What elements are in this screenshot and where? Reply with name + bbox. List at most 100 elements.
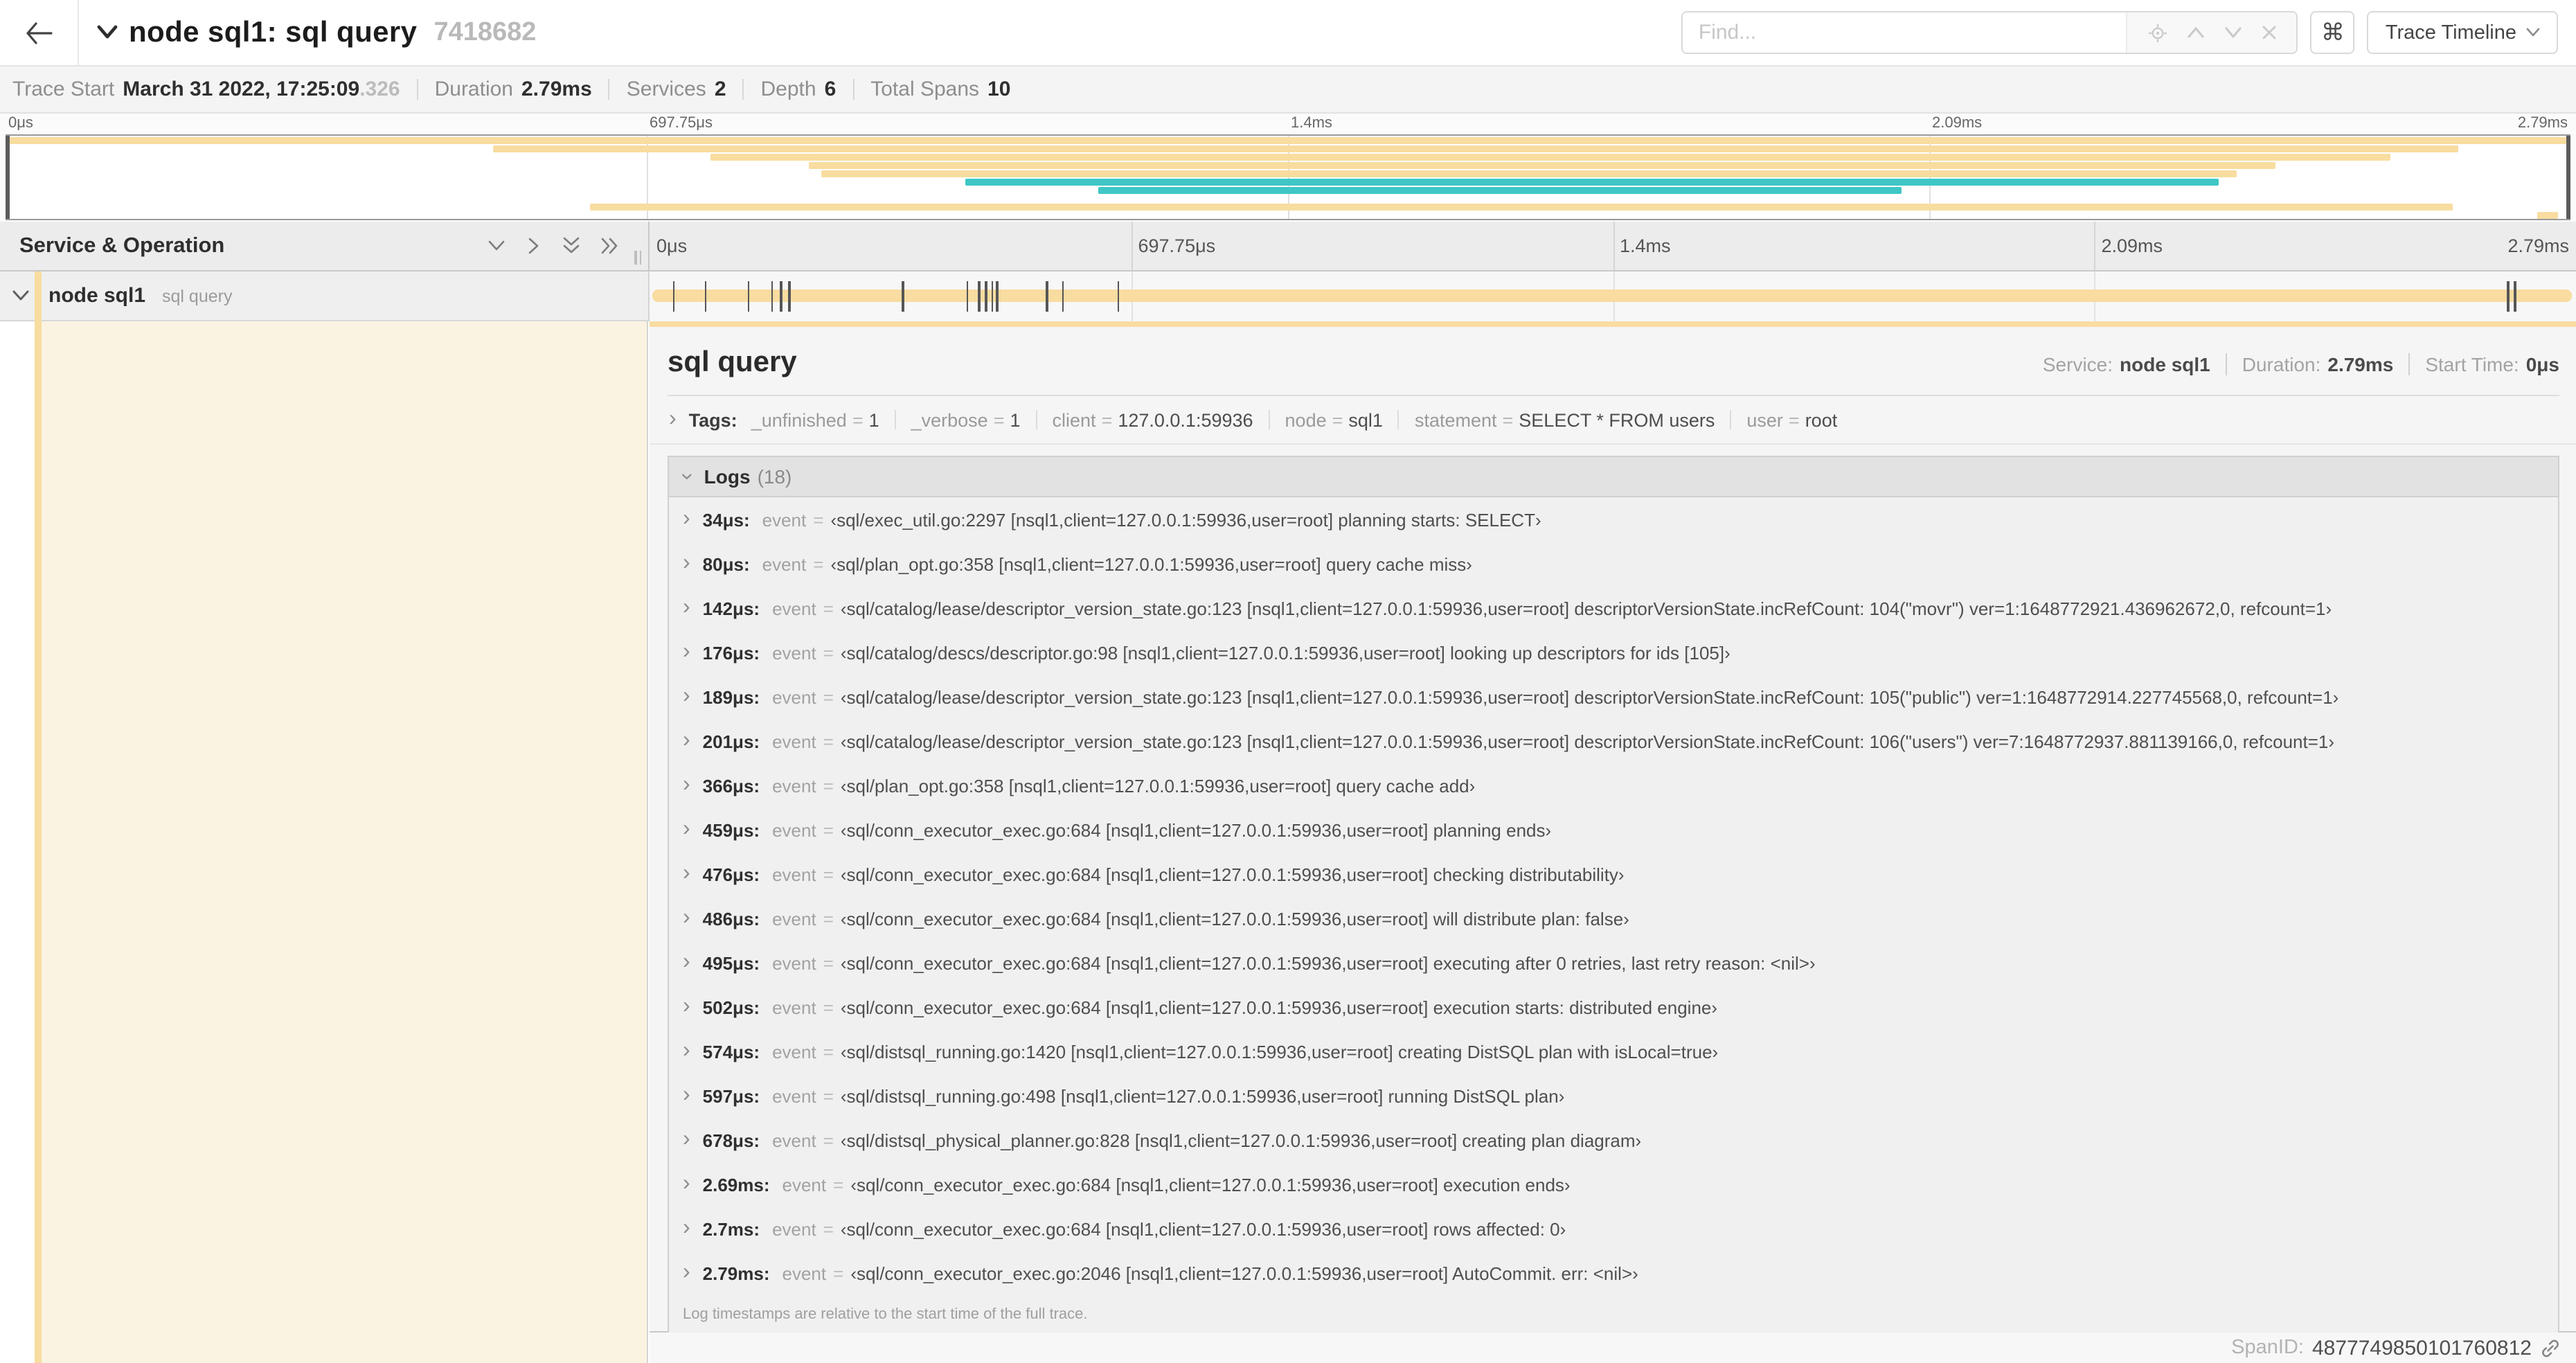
logs-accordion-header[interactable]: › Logs (18): [669, 457, 2558, 497]
log-timestamp: 2.69ms:: [702, 1174, 770, 1195]
find-input[interactable]: [1683, 12, 2127, 53]
log-timestamp: 176μs:: [702, 642, 760, 663]
span-detail-indent-column: [42, 321, 648, 1363]
meta-separator: [2408, 353, 2410, 375]
timeline-tick-label: 2.09ms: [2101, 235, 2163, 256]
keyboard-shortcuts-button[interactable]: ⌘: [2310, 11, 2355, 54]
log-equals: =: [823, 1041, 834, 1062]
collapse-all-icon[interactable]: [600, 235, 620, 256]
expand-all-icon[interactable]: [561, 235, 582, 256]
log-entry-row[interactable]: › 189μs: event = ‹sql/catalog/lease/descript…: [669, 675, 2558, 719]
summary-label: Services: [626, 78, 706, 101]
tags-accordion-row[interactable]: › Tags: _unfinished = 1 _verbose = 1 client = 12…: [650, 396, 2576, 445]
span-detail-zone: sql query Service: node sql1 Duration: 2.79…: [0, 321, 2576, 1363]
prev-match-icon[interactable]: [2187, 26, 2205, 39]
log-timestamp: 189μs:: [702, 686, 760, 707]
column-resizer-handle[interactable]: [634, 251, 641, 265]
log-marker-tick[interactable]: [985, 281, 987, 312]
log-entry-row[interactable]: › 366μs: event = ‹sql/plan_opt.go:358 [nsql1…: [669, 763, 2558, 808]
timeline-tick-label: 2.79ms: [2507, 235, 2569, 256]
log-entry-row[interactable]: › 2.7ms: event = ‹sql/conn_executor_exec.go:…: [669, 1206, 2558, 1251]
log-marker-tick[interactable]: [672, 281, 675, 312]
deep-link-icon[interactable]: [2540, 1337, 2561, 1358]
log-entry-row[interactable]: › 176μs: event = ‹sql/catalog/descs/descript…: [669, 630, 2558, 675]
chevron-down-icon: ›: [675, 472, 699, 481]
log-marker-tick[interactable]: [991, 281, 994, 312]
chevron-right-icon: ›: [683, 1260, 690, 1284]
timeline-ticks-header: 0μs 697.75μs 1.4ms 2.09ms 2.79ms: [650, 222, 2576, 271]
log-field-value: ‹sql/exec_util.go:2297 [nsql1,client=127…: [830, 509, 1541, 530]
log-equals: =: [823, 731, 834, 751]
trace-view-selector[interactable]: Trace Timeline: [2367, 11, 2558, 54]
span-detail-panel: sql query Service: node sql1 Duration: 2.79…: [650, 321, 2576, 1363]
chevron-right-icon: ›: [683, 1083, 690, 1107]
minimap-left-scrubber-handle[interactable]: [6, 136, 10, 219]
log-entry-row[interactable]: › 486μs: event = ‹sql/conn_executor_exec.go:…: [669, 896, 2558, 941]
tag-separator: [1730, 410, 1732, 429]
log-entry-row[interactable]: › 34μs: event = ‹sql/exec_util.go:2297 [nsql…: [669, 497, 2558, 542]
tag-equals: =: [852, 409, 864, 430]
meta-value: 2.79ms: [2327, 353, 2394, 375]
log-entry-row[interactable]: › 459μs: event = ‹sql/conn_executor_exec.go:…: [669, 808, 2558, 852]
log-entry-row[interactable]: › 2.79ms: event = ‹sql/conn_executor_exec.go…: [669, 1251, 2558, 1295]
collapse-trace-chevron-icon[interactable]: [97, 25, 118, 40]
log-marker-tick[interactable]: [1046, 281, 1048, 312]
log-marker-tick[interactable]: [1118, 281, 1120, 312]
log-entry-row[interactable]: › 495μs: event = ‹sql/conn_executor_exec.go:…: [669, 941, 2558, 985]
timeline-tick-label: 1.4ms: [1620, 235, 1671, 256]
next-match-icon[interactable]: [2224, 26, 2242, 39]
log-field-value: ‹sql/conn_executor_exec.go:684 [nsql1,cl…: [840, 997, 1718, 1017]
log-field-key: event: [772, 1085, 816, 1106]
log-marker-tick[interactable]: [747, 281, 750, 312]
log-marker-tick[interactable]: [902, 281, 904, 312]
log-field-key: event: [772, 864, 816, 884]
log-marker-tick[interactable]: [771, 281, 773, 312]
log-equals: =: [823, 686, 834, 707]
tag-equals: =: [993, 409, 1005, 430]
log-marker-tick[interactable]: [2514, 281, 2516, 312]
back-button[interactable]: [0, 0, 79, 65]
log-entry-row[interactable]: › 80μs: event = ‹sql/plan_opt.go:358 [nsql1,…: [669, 542, 2558, 586]
log-field-value: ‹sql/catalog/lease/descriptor_version_st…: [840, 731, 2335, 751]
log-field-key: event: [782, 1174, 827, 1195]
tag-equals: =: [1788, 409, 1800, 430]
tag-value: 1: [1010, 409, 1021, 430]
log-entry-row[interactable]: › 597μs: event = ‹sql/distsql_running.go:498…: [669, 1074, 2558, 1118]
span-row-bar-cell[interactable]: [650, 271, 2576, 321]
clear-find-icon[interactable]: [2262, 25, 2277, 40]
log-marker-tick[interactable]: [996, 281, 999, 312]
focus-match-icon[interactable]: [2147, 23, 2167, 42]
span-service-name: node sql1: [48, 284, 146, 308]
log-marker-tick[interactable]: [966, 281, 969, 312]
timeline-minimap[interactable]: 0μs 697.75μs 1.4ms 2.09ms 2.79ms: [0, 114, 2576, 222]
log-entry-row[interactable]: › 476μs: event = ‹sql/conn_executor_exec.go:…: [669, 852, 2558, 896]
log-equals: =: [833, 1263, 844, 1283]
summary-value: 2: [714, 78, 726, 101]
summary-label: Duration: [434, 78, 513, 101]
log-timestamp: 459μs:: [702, 819, 760, 840]
log-equals: =: [813, 553, 824, 574]
log-entry-row[interactable]: › 2.69ms: event = ‹sql/conn_executor_exec.go…: [669, 1162, 2558, 1206]
log-timestamp: 34μs:: [702, 509, 750, 530]
log-entry-row[interactable]: › 502μs: event = ‹sql/conn_executor_exec.go:…: [669, 985, 2558, 1029]
minimap-right-scrubber-handle[interactable]: [2566, 136, 2570, 219]
expand-one-level-icon[interactable]: [486, 237, 507, 255]
log-marker-tick[interactable]: [978, 281, 981, 312]
log-entry-row[interactable]: › 678μs: event = ‹sql/distsql_physical_plann…: [669, 1118, 2558, 1162]
minimap-canvas[interactable]: [6, 134, 2570, 220]
log-marker-tick[interactable]: [704, 281, 707, 312]
chevron-right-icon: ›: [683, 906, 690, 929]
log-marker-tick[interactable]: [2507, 281, 2510, 312]
span-collapse-chevron-icon[interactable]: [12, 289, 29, 302]
log-marker-tick[interactable]: [1062, 281, 1064, 312]
log-marker-tick[interactable]: [788, 281, 791, 312]
log-entry-row[interactable]: › 574μs: event = ‹sql/distsql_running.go:142…: [669, 1029, 2558, 1074]
collapse-one-level-icon[interactable]: [525, 235, 543, 256]
log-marker-tick[interactable]: [780, 281, 782, 312]
tag-key: client: [1052, 409, 1096, 430]
span-row-name-cell[interactable]: node sql1 sql query: [0, 271, 650, 321]
log-entry-row[interactable]: › 142μs: event = ‹sql/catalog/lease/descript…: [669, 586, 2558, 630]
expand-collapse-controls: [486, 235, 620, 256]
log-entry-row[interactable]: › 201μs: event = ‹sql/catalog/lease/descript…: [669, 719, 2558, 763]
span-duration-bar[interactable]: [652, 289, 2572, 302]
